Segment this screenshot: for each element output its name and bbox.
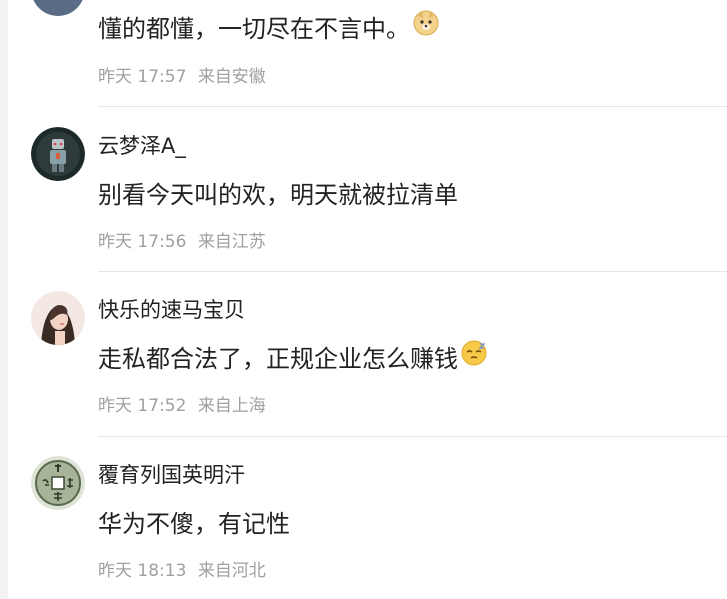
- comment-text-body: 懂的都懂，一切尽在不言中。: [98, 14, 410, 43]
- comment-location: 来自上海: [197, 396, 266, 416]
- comment-time: 昨天 18:13: [98, 561, 187, 581]
- comment-text: 懂的都懂，一切尽在不言中。: [98, 8, 439, 44]
- comment-item: 覆育列国英明汗 华为不傻，有记性 昨天 18:13 来自河北: [8, 437, 727, 599]
- comment-text: 华为不傻，有记性: [98, 503, 290, 539]
- avatar[interactable]: [31, 127, 85, 181]
- comment-meta: 昨天 17:56 来自江苏: [98, 227, 266, 252]
- comment-meta: 昨天 17:52 来自上海: [98, 391, 266, 416]
- comment-meta: 昨天 17:57 来自安徽: [98, 62, 266, 87]
- comment-location: 来自安徽: [197, 67, 266, 87]
- comment-text-body: 华为不傻，有记性: [98, 509, 290, 538]
- comment-item: 快乐的速马宝贝 走私都合法了，正规企业怎么赚钱 昨天 17:52 来自上海: [8, 272, 727, 437]
- comment-text-body: 走私都合法了，正规企业怎么赚钱: [98, 344, 458, 373]
- comment-time: 昨天 17:57: [98, 67, 187, 87]
- comment-time: 昨天 17:52: [98, 396, 187, 416]
- left-margin-strip: [0, 0, 8, 599]
- comment-location: 来自河北: [197, 561, 266, 581]
- comment-username[interactable]: 快乐的速马宝贝: [98, 294, 245, 324]
- comment-time: 昨天 17:56: [98, 232, 187, 252]
- comment-username[interactable]: 覆育列国英明汗: [98, 459, 245, 489]
- avatar[interactable]: [31, 291, 85, 345]
- sleepy-face-emoji-icon: [461, 340, 487, 372]
- divider: [98, 106, 727, 107]
- avatar[interactable]: [31, 456, 85, 510]
- comment-text: 别看今天叫的欢，明天就被拉清单: [98, 174, 458, 210]
- comment-location: 来自江苏: [197, 232, 266, 252]
- doge-emoji-icon: [413, 10, 439, 42]
- comment-item: 懂的都懂，一切尽在不言中。 昨天 17:57 来自安徽: [8, 0, 727, 108]
- comment-item: 云梦泽A_ 别看今天叫的欢，明天就被拉清单 昨天 17:56 来自江苏: [8, 108, 727, 272]
- comment-username[interactable]: 云梦泽A_: [98, 130, 186, 160]
- comment-meta: 昨天 18:13 来自河北: [98, 556, 266, 581]
- comment-list-page: 懂的都懂，一切尽在不言中。 昨天 17:57 来自安徽 云梦泽A_ 别看今天叫的…: [0, 0, 727, 599]
- comment-text-body: 别看今天叫的欢，明天就被拉清单: [98, 180, 458, 209]
- avatar[interactable]: [31, 0, 85, 16]
- comment-text: 走私都合法了，正规企业怎么赚钱: [98, 338, 487, 374]
